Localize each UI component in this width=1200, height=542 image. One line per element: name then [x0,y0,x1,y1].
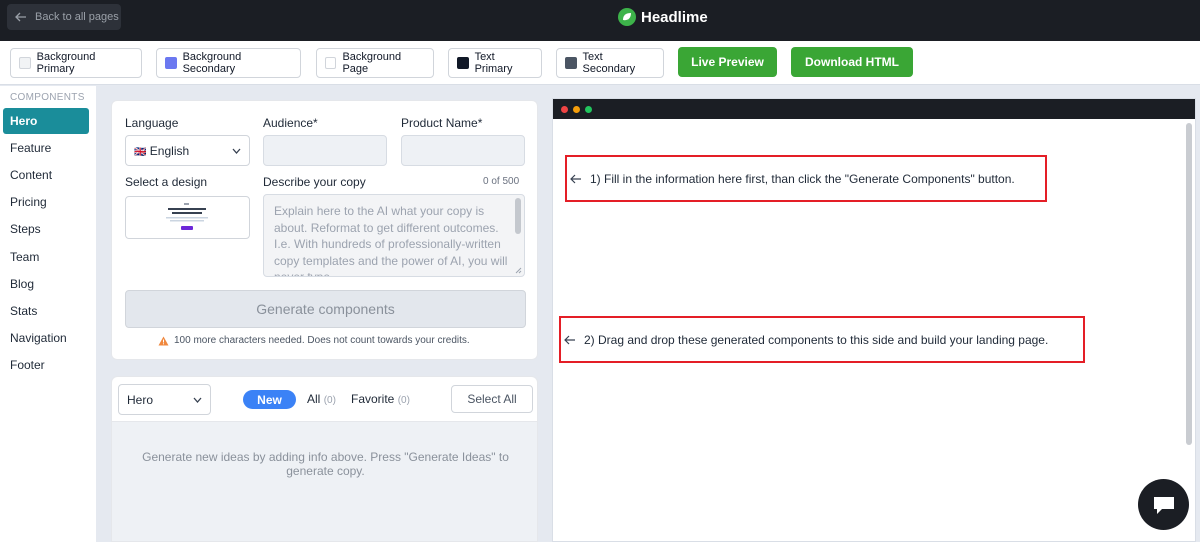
filter-favorite-tab[interactable]: Favorite (0) [351,392,410,406]
brand-name: Headlime [641,8,708,26]
sidebar-item-pricing[interactable]: Pricing [3,189,89,215]
uk-flag-icon: 🇬🇧 [134,146,147,158]
swatch-icon [457,57,469,69]
instruction-hint-1: 1) Fill in the information here first, t… [565,155,1047,202]
style-toolbar: Background Primary Background Secondary … [0,41,1200,85]
sidebar-item-hero[interactable]: Hero [3,108,89,134]
back-to-all-pages-button[interactable]: Back to all pages [7,4,121,30]
describe-copy-textarea[interactable]: Explain here to the AI what your copy is… [263,194,525,277]
chevron-down-icon [232,148,241,154]
warning-message: 100 more characters needed. Does not cou… [158,335,470,346]
background-page-button[interactable]: Background Page [316,48,434,78]
chat-support-button[interactable] [1138,479,1189,530]
arrow-left-icon [570,174,581,183]
textarea-placeholder: Explain here to the AI what your copy is… [274,204,508,277]
sidebar-item-footer[interactable]: Footer [3,352,89,378]
component-type-select[interactable]: Hero [118,384,211,415]
back-label: Back to all pages [35,11,119,23]
components-sidebar: COMPONENTS Hero Feature Content Pricing … [0,86,96,542]
component-type-value: Hero [127,392,154,407]
warning-icon [158,336,169,345]
background-primary-button[interactable]: Background Primary [10,48,142,78]
product-name-input[interactable] [401,135,525,166]
text-secondary-button[interactable]: Text Secondary [556,48,664,78]
landing-page-preview: 1) Fill in the information here first, t… [552,98,1196,542]
textarea-scrollbar[interactable] [515,198,521,234]
text-primary-button[interactable]: Text Primary [448,48,542,78]
sidebar-item-content[interactable]: Content [3,162,89,188]
background-secondary-button[interactable]: Background Secondary [156,48,301,78]
browser-window-bar [553,99,1195,119]
language-select[interactable]: 🇬🇧 English [125,135,250,166]
filter-all-tab[interactable]: All (0) [307,392,336,406]
brand-logo: Headlime [618,7,708,27]
button-label: Background Page [342,51,402,75]
preview-scrollbar[interactable] [1186,123,1192,445]
maximize-dot-icon [585,105,592,113]
empty-ideas-message: Generate new ideas by adding info above.… [142,450,509,478]
close-dot-icon [561,105,568,113]
audience-label: Audience* [263,116,318,130]
language-value: English [149,143,190,158]
ideas-header: Hero New All (0) Favorite (0) Select All [112,377,537,422]
minimize-dot-icon [573,105,580,113]
select-design-label: Select a design [125,175,208,189]
swatch-icon [565,57,577,69]
design-preview-icon [166,203,208,230]
sidebar-item-navigation[interactable]: Navigation [3,325,89,351]
sidebar-item-feature[interactable]: Feature [3,135,89,161]
product-name-label: Product Name* [401,116,483,130]
filter-all-count: (0) [323,395,336,406]
hint-2-text: 2) Drag and drop these generated compone… [584,332,1049,347]
select-all-button[interactable]: Select All [451,385,533,413]
filter-new-tab[interactable]: New [243,390,296,409]
filter-favorite-count: (0) [397,395,410,406]
download-html-button[interactable]: Download HTML [791,47,913,77]
live-preview-button[interactable]: Live Preview [678,47,777,77]
hint-1-text: 1) Fill in the information here first, t… [590,171,1015,186]
character-count: 0 of 500 [483,176,520,187]
swatch-icon [19,57,31,69]
sidebar-heading: COMPONENTS [10,92,85,103]
arrow-left-icon [564,335,575,344]
sidebar-item-steps[interactable]: Steps [3,216,89,242]
swatch-icon [165,57,177,69]
button-label: Text Primary [474,51,513,75]
audience-input[interactable] [263,135,387,166]
filter-all-label: All [307,392,321,406]
warning-text: 100 more characters needed. Does not cou… [174,335,470,346]
describe-copy-label: Describe your copy [263,175,366,189]
headlime-logo-icon [618,8,636,26]
language-label: Language [125,116,179,130]
sidebar-item-blog[interactable]: Blog [3,271,89,297]
chat-bubble-icon [1153,496,1174,514]
sidebar-item-team[interactable]: Team [3,244,89,270]
button-label: Background Primary [36,51,96,75]
button-label: Text Secondary [582,51,636,75]
instruction-hint-2: 2) Drag and drop these generated compone… [559,316,1085,363]
filter-favorite-label: Favorite [351,392,395,406]
swatch-icon [325,57,337,69]
language-value-wrap: 🇬🇧 English [134,144,189,158]
arrow-left-icon [15,12,26,22]
top-bar: Back to all pages Headlime [0,0,1200,41]
sidebar-item-stats[interactable]: Stats [3,298,89,324]
button-label: Background Secondary [182,51,242,75]
chevron-down-icon [193,397,202,403]
generate-components-button[interactable]: Generate components [125,290,526,328]
resize-handle-icon[interactable] [515,267,522,274]
generated-ideas-panel: Hero New All (0) Favorite (0) Select All… [111,376,538,542]
copy-form-card: Language 🇬🇧 English Audience* Product Na… [111,100,538,360]
design-thumbnail[interactable] [125,196,250,239]
